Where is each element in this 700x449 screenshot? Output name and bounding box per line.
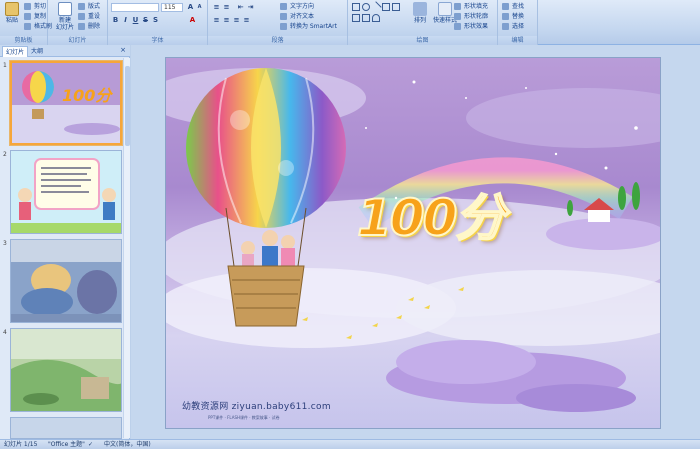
shape-fill-button[interactable]: 形状填充 [454,2,488,11]
align-center-icon[interactable]: ≡ [222,16,231,25]
copy-button[interactable]: 复制 [24,12,46,21]
slide-thumbnail-3-art [11,240,121,322]
text-direction-button[interactable]: 文字方向 [280,2,314,11]
font-size-select[interactable]: 115 [161,3,183,12]
slide-count: 幻灯片 1/15 [4,441,38,448]
pane-scrollbar-thumb[interactable] [125,66,130,146]
layout-button[interactable]: 版式 [78,2,100,11]
justify-icon[interactable]: ≡ [242,16,251,25]
star-shape-icon[interactable] [352,14,360,22]
align-left-icon[interactable]: ≡ [212,16,221,25]
slide-watermark-sub: PPT课件 · FLASH课件 · 教案故事 · 试卷 [208,415,280,420]
shape-outline-button[interactable]: 形状轮廓 [454,12,488,21]
font-color-icon[interactable]: A [188,16,197,25]
drawing-group-label: 绘图 [348,36,497,45]
italic-icon[interactable]: I [121,16,130,25]
theme-name: "Office 主题" [48,441,85,448]
pane-scrollbar[interactable] [123,58,130,438]
decrease-indent-icon[interactable]: ⇤ [236,3,245,12]
quick-styles-icon [438,2,452,16]
slide-thumbnail-1[interactable]: 100分 [10,61,122,145]
rectangle-shape-icon[interactable] [352,3,360,11]
slide-thumbnail-5[interactable] [10,417,122,439]
drawing-group: 排列 快速样式 形状填充 形状轮廓 形状效果 绘图 [348,0,498,45]
slide-watermark: 幼教资源网 ziyuan.baby611.com [182,402,331,412]
slide-thumbnail-4[interactable] [10,328,122,412]
slide-thumbnail-2-art [11,151,121,233]
close-icon[interactable]: × [120,46,126,54]
slide-title[interactable]: 100分 [356,178,506,250]
line-shape-icon[interactable] [370,1,382,13]
font-group: 115 A A B I U S S A 字体 [108,0,208,45]
editing-group-label: 编辑 [498,36,537,45]
font-name-select[interactable] [111,3,159,12]
slides-group: 新建 幻灯片 版式 重设 删除 幻灯片 [48,0,108,45]
paste-icon [5,2,19,16]
tab-slides[interactable]: 幻灯片 [2,46,29,57]
align-right-icon[interactable]: ≡ [232,16,241,25]
triangle-shape-icon[interactable] [382,3,390,11]
find-button[interactable]: 查找 [502,2,524,11]
select-button[interactable]: 选择 [502,22,524,31]
language: 中文(简体，中国) [104,441,151,448]
clipboard-group-label: 剪贴板 [0,36,47,45]
pane-tabs: 幻灯片 大纲 × [0,45,130,57]
shadow-icon[interactable]: S [151,16,160,25]
font-group-label: 字体 [108,36,207,45]
slide-thumbnail-2[interactable] [10,150,122,234]
slide-canvas: 100分 幼教资源网 ziyuan.baby611.com PPT课件 · FL… [131,45,700,439]
numbering-icon[interactable]: ≡ [222,3,231,12]
clipboard-group: 粘贴 剪切 复制 格式刷 剪贴板 [0,0,52,45]
status-bar: 幻灯片 1/15 "Office 主题" ✓ 中文(简体，中国) [0,439,700,449]
curve-shape-icon[interactable] [372,14,380,22]
cut-button[interactable]: 剪切 [24,2,46,11]
thumbnail-number: 3 [3,240,7,247]
convert-smartart-button[interactable]: 转换为 SmartArt [280,22,337,31]
replace-button[interactable]: 替换 [502,12,524,21]
bullets-icon[interactable]: ≡ [212,3,221,12]
new-slide-button[interactable]: 新建 幻灯片 [53,2,77,31]
tab-outline[interactable]: 大纲 [28,46,46,57]
slide-thumbnail-5-art [11,418,121,438]
paragraph-group-label: 段落 [208,36,347,45]
arrange-button[interactable]: 排列 [410,2,430,24]
paste-button[interactable]: 粘贴 [2,2,22,24]
slides-group-label: 幻灯片 [48,36,107,45]
callout-shape-icon[interactable] [362,14,370,22]
paragraph-group: ≡ ≡ ⇤ ⇥ ≡ ≡ ≡ ≡ 文字方向 对齐文本 转换为 SmartArt 段… [208,0,348,45]
increase-indent-icon[interactable]: ⇥ [246,3,255,12]
shrink-font-icon[interactable]: A [195,3,204,12]
thumbnail-number: 2 [3,151,7,158]
slides-pane: 幻灯片 大纲 × 1 100分 2 3 4 [0,45,130,439]
shape-effects-button[interactable]: 形状效果 [454,22,488,31]
slide-thumbnail-1-art: 100分 [12,63,120,143]
thumbnail-number: 1 [3,62,7,69]
align-text-button[interactable]: 对齐文本 [280,12,314,21]
arrow-shape-icon[interactable] [392,3,400,11]
delete-slide-button[interactable]: 删除 [78,22,100,31]
reset-button[interactable]: 重设 [78,12,100,21]
slide-thumbnail-4-art [11,329,121,411]
grow-font-icon[interactable]: A [186,3,195,12]
slide-thumbnail-3[interactable] [10,239,122,323]
editing-group: 查找 替换 选择 编辑 [498,0,538,45]
spellcheck-icon[interactable]: ✓ [88,440,93,449]
arrange-icon [413,2,427,16]
bold-icon[interactable]: B [111,16,120,25]
oval-shape-icon[interactable] [362,3,370,11]
underline-icon[interactable]: U [131,16,140,25]
thumbnail-number: 4 [3,329,7,336]
strikethrough-icon[interactable]: S [141,16,150,25]
ribbon: 粘贴 剪切 复制 格式刷 剪贴板 新建 幻灯片 版式 重设 删除 幻灯片 115… [0,0,700,45]
svg-text:100分: 100分 [62,86,113,105]
current-slide[interactable]: 100分 幼教资源网 ziyuan.baby611.com PPT课件 · FL… [165,57,661,429]
new-slide-icon [58,2,72,16]
